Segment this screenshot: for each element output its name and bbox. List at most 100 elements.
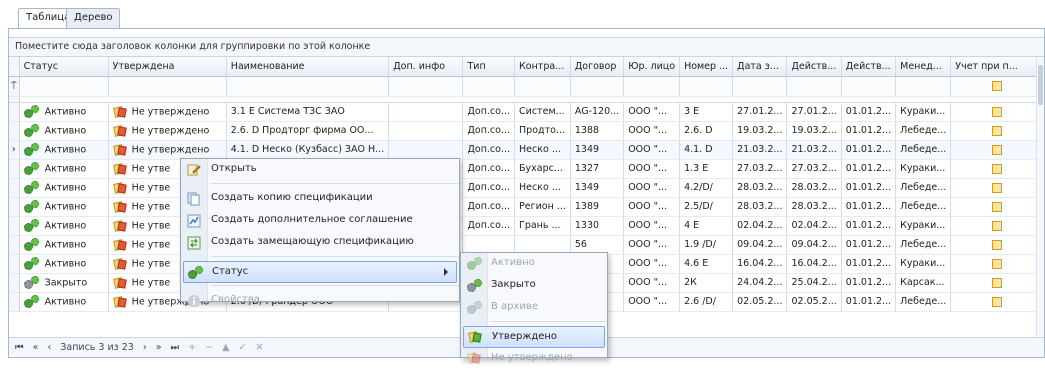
contract-cell[interactable]: 1327 <box>570 159 625 179</box>
table-row[interactable]: Активно Не утве Доп.со... Регион ... 1389 ООО… <box>9 197 1044 217</box>
manager-cell[interactable]: Кураки... <box>895 254 952 274</box>
submenu-item-closed[interactable]: Закрыто <box>461 275 607 297</box>
type-cell[interactable]: Доп.со... <box>462 140 516 160</box>
menu-item-open[interactable]: Открыть <box>181 159 459 181</box>
legal-cell[interactable]: ООО "... <box>623 273 681 293</box>
row-indicator[interactable] <box>9 273 20 293</box>
approved-cell[interactable]: Не утверждено <box>108 140 227 160</box>
date-cell[interactable]: 09.04.2... <box>732 235 788 255</box>
filter-cell[interactable] <box>570 76 625 97</box>
column-header[interactable]: Номер ... <box>679 57 734 77</box>
row-indicator[interactable] <box>9 216 20 236</box>
number-cell[interactable]: 4.1. D <box>679 140 734 160</box>
valid_from-cell[interactable]: 16.04.2... <box>786 254 842 274</box>
number-cell[interactable]: 3 Е <box>679 102 734 122</box>
column-header[interactable]: Действ... <box>841 57 897 77</box>
name-cell[interactable]: 3.1 Е Система ТЗС ЗАО <box>226 102 390 122</box>
valid_to-cell[interactable]: 01.01.2... <box>841 102 897 122</box>
date-cell[interactable]: 28.03.2... <box>732 178 788 198</box>
filter-cell[interactable] <box>226 76 390 97</box>
date-cell[interactable]: 16.04.2... <box>732 254 788 274</box>
manager-cell[interactable]: Кураки... <box>895 159 952 179</box>
date-cell[interactable]: 19.03.2... <box>732 121 788 141</box>
manager-cell[interactable]: Лебеде... <box>895 235 952 255</box>
contract-cell[interactable]: AG-120... <box>570 102 625 122</box>
column-header[interactable]: Договор <box>570 57 625 77</box>
contract-cell[interactable]: 1330 <box>570 216 625 236</box>
filter-cell[interactable] <box>732 76 788 97</box>
accounting-checkbox[interactable] <box>950 121 1044 141</box>
number-cell[interactable]: 2К <box>679 273 734 293</box>
legal-cell[interactable]: ООО "... <box>623 102 681 122</box>
table-row[interactable]: Активно Не утверждено 2.6. D Продторг фирм… <box>9 121 1044 141</box>
contractor-cell[interactable]: Неско ... <box>514 178 571 198</box>
valid_from-cell[interactable]: 09.04.2... <box>786 235 842 255</box>
contractor-cell[interactable]: Грань ... <box>514 216 571 236</box>
legal-cell[interactable]: ООО "... <box>623 292 681 312</box>
date-cell[interactable]: 24.04.2... <box>732 273 788 293</box>
submenu-item-archive[interactable]: В архиве <box>461 297 607 319</box>
submenu-item-not-approved[interactable]: Не утверждено <box>461 348 607 370</box>
next-page-icon[interactable]: » <box>156 342 162 353</box>
date-cell[interactable]: 02.04.2... <box>732 216 788 236</box>
column-header[interactable]: Дата з... <box>732 57 788 77</box>
row-indicator[interactable] <box>9 197 20 217</box>
valid_to-cell[interactable]: 01.01.2... <box>841 273 897 293</box>
filter-cell[interactable] <box>786 76 842 97</box>
legal-cell[interactable]: ООО "... <box>623 178 681 198</box>
type-cell[interactable]: Доп.со... <box>462 102 516 122</box>
delete-record-icon[interactable]: − <box>205 342 213 353</box>
valid_from-cell[interactable]: 28.03.2... <box>786 178 842 198</box>
approved-cell[interactable]: Не утверждено <box>108 102 227 122</box>
accounting-checkbox[interactable] <box>950 102 1044 122</box>
manager-cell[interactable]: Кураки... <box>895 216 952 236</box>
status-cell[interactable]: Активно <box>19 102 109 122</box>
table-row[interactable]: Активно Не утверждено 3.1 Е Система ТЗС ЗА… <box>9 102 1044 122</box>
type-cell[interactable]: Доп.со... <box>462 121 516 141</box>
row-indicator[interactable] <box>9 159 20 179</box>
accounting-checkbox[interactable] <box>950 292 1044 312</box>
status-cell[interactable]: Активно <box>19 178 109 198</box>
last-record-icon[interactable]: ⏭ <box>171 342 180 353</box>
accounting-checkbox[interactable] <box>950 178 1044 198</box>
valid_from-cell[interactable]: 19.03.2... <box>786 121 842 141</box>
row-indicator[interactable] <box>9 102 20 122</box>
valid_to-cell[interactable]: 01.01.2... <box>841 197 897 217</box>
status-cell[interactable]: Активно <box>19 197 109 217</box>
type-cell[interactable]: Доп.со... <box>462 159 516 179</box>
column-header[interactable]: Юр. лицо <box>623 57 681 77</box>
tab-tree[interactable]: Дерево <box>66 8 121 28</box>
filter-cell[interactable] <box>623 76 681 97</box>
manager-cell[interactable]: Кураки... <box>895 102 952 122</box>
number-cell[interactable]: 4 Е <box>679 216 734 236</box>
valid_to-cell[interactable]: 01.01.2... <box>841 159 897 179</box>
accounting-checkbox[interactable] <box>950 254 1044 274</box>
accounting-checkbox[interactable] <box>950 216 1044 236</box>
table-row[interactable]: АктивноНе утвеов...Доп.со...Бухарс...132… <box>9 159 1044 179</box>
filter-cell[interactable] <box>514 76 571 97</box>
status-cell[interactable]: Активно <box>19 159 109 179</box>
menu-item-copy-spec[interactable]: Создать копию спецификации <box>181 188 459 210</box>
column-header[interactable]: Наименование <box>226 57 390 77</box>
valid_from-cell[interactable]: 25.04.2... <box>786 273 842 293</box>
filter-cell[interactable] <box>19 76 109 97</box>
column-header[interactable]: Учет при п... <box>950 57 1044 77</box>
menu-item-create-agreement[interactable]: Создать дополнительное соглашение <box>181 210 459 232</box>
row-indicator[interactable] <box>9 235 20 255</box>
row-indicator[interactable] <box>9 254 20 274</box>
valid_to-cell[interactable]: 01.01.2... <box>841 178 897 198</box>
date-cell[interactable]: 27.03.2... <box>732 159 788 179</box>
column-header[interactable]: Утверждена <box>108 57 227 77</box>
contract-cell[interactable]: 1349 <box>570 140 625 160</box>
filter-cell[interactable] <box>388 76 464 97</box>
number-cell[interactable]: 2.6. D <box>679 121 734 141</box>
status-cell[interactable]: Активно <box>19 140 109 160</box>
valid_from-cell[interactable]: 02.05.2... <box>786 292 842 312</box>
valid_to-cell[interactable]: 01.01.2... <box>841 235 897 255</box>
contract-cell[interactable]: 1349 <box>570 178 625 198</box>
column-header[interactable]: Действ... <box>786 57 842 77</box>
accounting-checkbox[interactable] <box>950 159 1044 179</box>
valid_from-cell[interactable]: 21.03.2... <box>786 140 842 160</box>
date-cell[interactable]: 02.05.2... <box>732 292 788 312</box>
column-header[interactable]: Менед... <box>895 57 952 77</box>
